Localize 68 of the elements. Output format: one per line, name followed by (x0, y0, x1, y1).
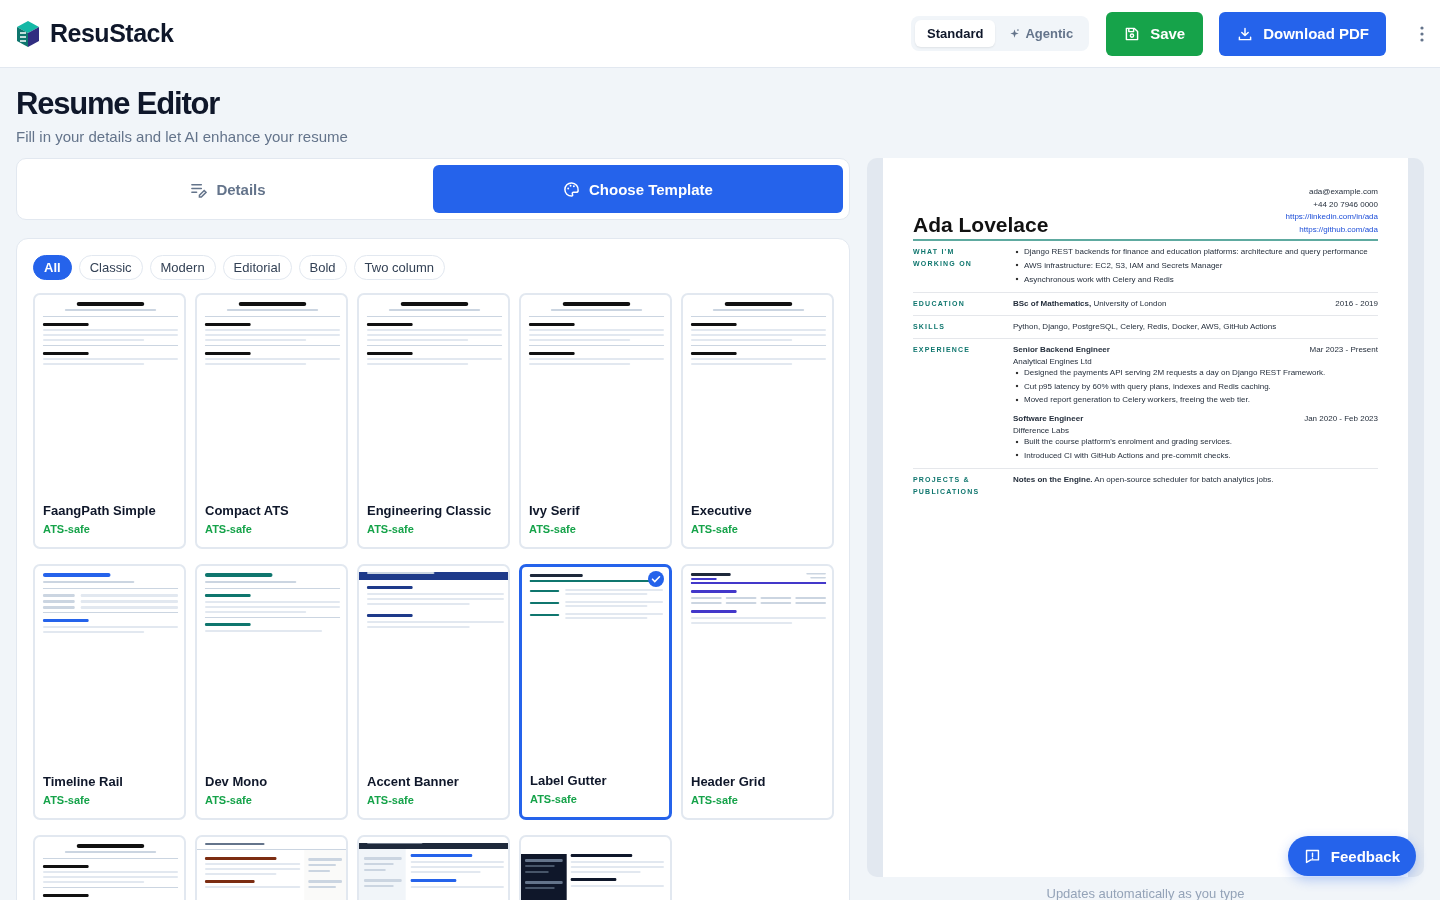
template-name: Timeline Rail (43, 774, 124, 789)
brand-name: ResuStack (50, 19, 174, 48)
section-text: Notes on the Engine. An open-source scheduler for batch analytics jobs. (1013, 474, 1275, 487)
ats-label: ATS-safe (530, 793, 578, 805)
job-title: Software Engineer (1013, 412, 1084, 425)
ats-label: ATS-safe (691, 523, 739, 535)
template-name: Ivy Serif (529, 503, 581, 518)
ats-label: ATS-safe (367, 794, 415, 806)
contact-link[interactable]: https://github.com/ada (1299, 223, 1378, 236)
ats-label: ATS-safe (367, 523, 415, 535)
template-name: Engineering Classic (367, 503, 493, 518)
date-text: Mar 2023 - Present (1309, 343, 1378, 356)
filter-chip[interactable]: Bold (298, 255, 347, 280)
section-text: Python, Django, PostgreSQL, Celery, Redis, Docker, AWS, GitHub Actions (1013, 321, 1278, 333)
contact-text: ada@example.com (1308, 186, 1378, 198)
ats-label: ATS-safe (691, 794, 739, 806)
download-button[interactable]: Download PDF (1219, 11, 1386, 56)
logo-icon (16, 19, 40, 48)
contact-text: +44 20 7946 0000 (1313, 198, 1378, 211)
template-name: Label Gutter (530, 773, 608, 788)
template-card[interactable]: Label Gutter ATS-safe (519, 564, 672, 820)
contact-link[interactable]: https://linkedin.com/in/ada (1285, 211, 1378, 223)
template-name: Dev Mono (205, 774, 269, 789)
page-title: Resume Editor (16, 86, 221, 122)
template-card[interactable]: Accent Banner ATS-safe (357, 564, 510, 820)
company-text: Difference Labs (1013, 424, 1070, 437)
feedback-button[interactable]: Feedback (1287, 836, 1416, 876)
filter-chip[interactable]: Classic (78, 255, 143, 280)
filter-chip[interactable]: All (33, 255, 72, 280)
template-card[interactable]: Header Grid ATS-safe (681, 564, 834, 820)
filter-chip[interactable]: Two column (353, 255, 445, 280)
feedback-icon (1303, 847, 1321, 865)
palette-icon (563, 180, 581, 198)
template-card[interactable]: FaangPath Simple ATS-safe (33, 293, 186, 549)
template-name: FaangPath Simple (43, 503, 157, 518)
menu-icon[interactable] (1420, 25, 1424, 42)
ats-label: ATS-safe (529, 523, 577, 535)
mode-tab[interactable]: Agentic (997, 20, 1086, 47)
template-name: Executive (691, 503, 753, 518)
filter-chip[interactable]: Modern (149, 255, 216, 280)
editor-tab[interactable]: Choose Template (433, 165, 843, 213)
education-text: BSc of Mathematics, University of London (1013, 298, 1167, 311)
template-name: Compact ATS (205, 503, 290, 518)
template-name: Header Grid (691, 774, 767, 789)
job-title: Senior Backend Engineer (1013, 343, 1110, 356)
checkmark-icon (648, 571, 664, 587)
sparkle-icon (1009, 28, 1021, 39)
company-text: Analytical Engines Ltd (1013, 355, 1093, 368)
date-text: 2016 - 2019 (1335, 298, 1378, 311)
template-name: Accent Banner (367, 774, 460, 789)
template-card[interactable]: Compact ATS ATS-safe (195, 293, 348, 549)
mode-tab[interactable]: Standard (915, 20, 996, 47)
template-card[interactable]: Timeline Rail ATS-safe (33, 564, 186, 820)
download-icon (1237, 25, 1254, 42)
resume-name: Ada Lovelace (913, 214, 1049, 236)
ats-label: ATS-safe (205, 794, 253, 806)
page-subtitle: Fill in your details and let AI enhance your resume (16, 128, 349, 145)
editor-tab[interactable]: Details (23, 165, 433, 213)
template-card[interactable]: Dev Mono ATS-safe (195, 564, 348, 820)
template-card[interactable]: Engineering Classic ATS-safe (357, 293, 510, 549)
date-text: Jan 2020 - Feb 2023 (1304, 412, 1378, 425)
template-card[interactable]: Executive ATS-safe (681, 293, 834, 549)
preview-caption: Updates automatically as you type (1046, 886, 1245, 900)
ats-label: ATS-safe (205, 523, 253, 535)
filter-chip[interactable]: Editorial (222, 255, 292, 280)
ats-label: ATS-safe (43, 523, 91, 535)
ats-label: ATS-safe (43, 794, 91, 806)
template-card[interactable]: Ivy Serif ATS-safe (519, 293, 672, 549)
